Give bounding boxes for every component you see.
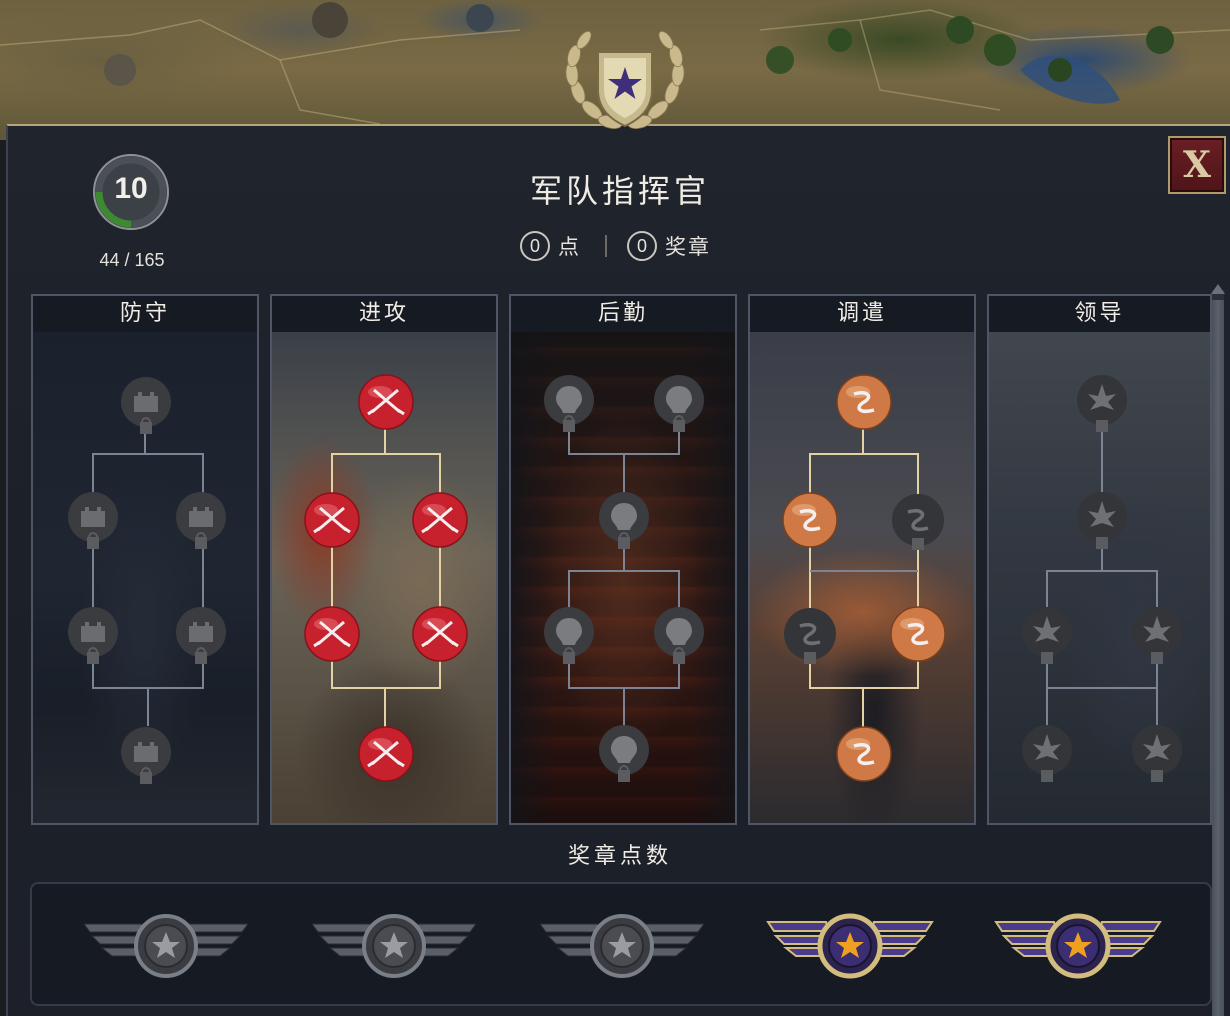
defense-tower-icon[interactable] <box>173 606 229 670</box>
boot-spur-icon[interactable] <box>890 492 946 556</box>
lightbulb-icon[interactable] <box>596 724 652 788</box>
boot-spur-icon[interactable] <box>782 606 838 670</box>
medal-active-icon <box>994 913 1162 979</box>
medal-points-title: 奖章点数 <box>567 844 672 869</box>
commander-level: 10 <box>114 172 148 205</box>
boot-spur-icon[interactable] <box>836 374 892 430</box>
defense-tower-icon[interactable] <box>65 606 121 670</box>
xp-progress-text: 44 / 165 <box>99 250 165 270</box>
close-button[interactable]: X <box>1168 136 1226 194</box>
lightbulb-icon[interactable] <box>596 491 652 555</box>
column-title-logistics: 后勤 <box>511 296 735 332</box>
crossed-sabers-icon[interactable] <box>358 726 414 782</box>
medal-active-icon <box>766 913 934 979</box>
scroll-up-arrow-icon[interactable] <box>1209 282 1227 300</box>
medals-counter: 0 奖章 <box>627 231 711 261</box>
scrollbar-thumb[interactable] <box>1212 300 1224 1016</box>
medal-inactive-icon <box>311 914 477 978</box>
crossed-sabers-icon[interactable] <box>304 606 360 662</box>
crossed-sabers-icon[interactable] <box>412 606 468 662</box>
skill-column-defense: 防守 <box>31 294 259 825</box>
lightbulb-icon[interactable] <box>651 374 707 438</box>
defense-tower-icon[interactable] <box>118 726 174 790</box>
column-title-leadership: 领导 <box>989 296 1210 332</box>
fleur-de-lis-icon[interactable] <box>1129 724 1185 788</box>
crossed-sabers-icon[interactable] <box>304 492 360 548</box>
skill-column-logistics: 后勤 <box>509 294 737 825</box>
defense-tower-icon[interactable] <box>118 376 174 440</box>
medal-inactive-icon <box>539 914 705 978</box>
lightbulb-icon[interactable] <box>541 606 597 670</box>
column-title-attack: 进攻 <box>272 296 496 332</box>
boot-spur-icon[interactable] <box>890 606 946 662</box>
medal-inactive-icon <box>83 914 249 978</box>
medals-label: 奖章 <box>665 235 711 259</box>
fleur-de-lis-icon[interactable] <box>1019 606 1075 670</box>
lightbulb-icon[interactable] <box>651 606 707 670</box>
skill-column-attack: 进攻 <box>270 294 498 825</box>
fleur-de-lis-icon[interactable] <box>1074 491 1130 555</box>
crossed-sabers-icon[interactable] <box>412 492 468 548</box>
skill-column-leadership: 领导 <box>987 294 1212 825</box>
boot-spur-icon[interactable] <box>836 726 892 782</box>
skill-column-dispatch: 调遣 <box>748 294 976 825</box>
fleur-de-lis-icon[interactable] <box>1074 374 1130 438</box>
medals-count: 0 <box>627 231 657 261</box>
commander-emblem-icon <box>565 30 685 129</box>
defense-tower-icon[interactable] <box>65 491 121 555</box>
points-label: 点 <box>558 235 581 259</box>
boot-spur-icon[interactable] <box>782 492 838 548</box>
page-title: 军队指挥官 <box>529 172 710 210</box>
column-title-dispatch: 调遣 <box>750 296 974 332</box>
points-counter: 0 点 <box>520 231 581 261</box>
fleur-de-lis-icon[interactable] <box>1019 724 1075 788</box>
column-title-defense: 防守 <box>33 296 257 332</box>
crossed-sabers-icon[interactable] <box>358 374 414 430</box>
resource-counters: 0 点 0 奖章 <box>520 230 711 262</box>
defense-tower-icon[interactable] <box>173 491 229 555</box>
lightbulb-icon[interactable] <box>541 374 597 438</box>
fleur-de-lis-icon[interactable] <box>1129 606 1185 670</box>
counter-divider <box>605 235 607 257</box>
points-count: 0 <box>520 231 550 261</box>
